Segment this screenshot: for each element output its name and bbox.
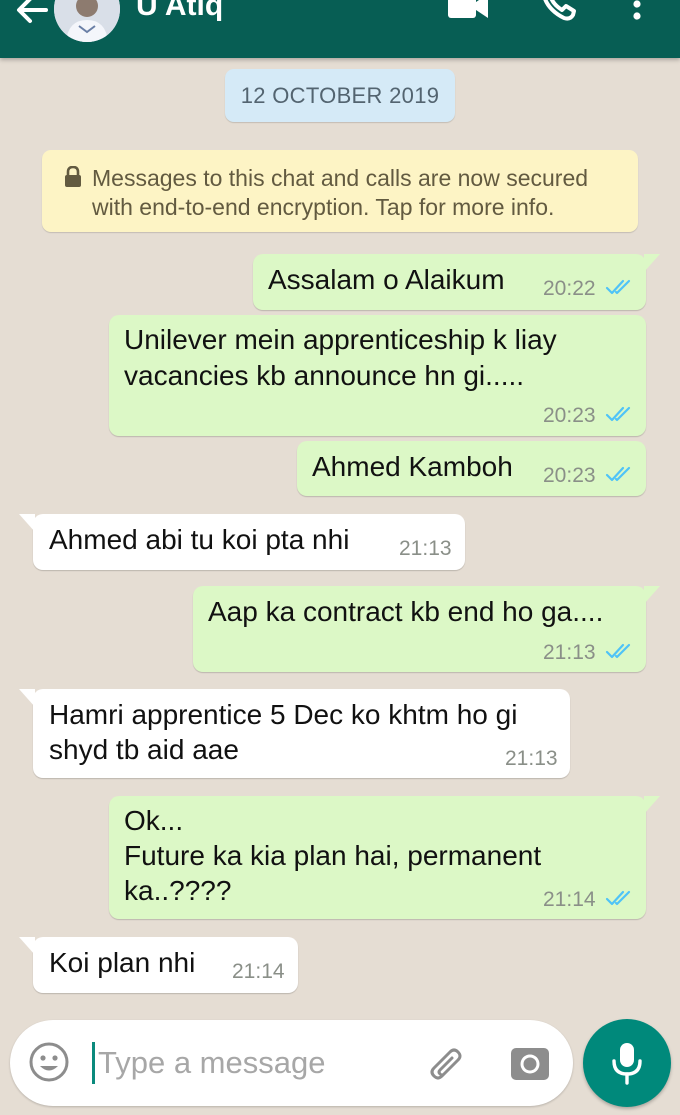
message-text: Koi plan nhi [49,947,196,978]
emoji-icon[interactable] [28,1041,70,1083]
message-time: 20:23 [543,464,596,487]
lock-icon [65,166,81,187]
contact-name[interactable]: U Atiq [136,0,223,24]
message-text: shyd tb aid aae [49,734,239,765]
more-vert-icon[interactable] [624,0,650,22]
chat-header: U Atiq [0,0,680,58]
camera-icon[interactable] [508,1042,552,1084]
message-text: Ahmed abi tu koi pta nhi [49,524,350,555]
message-time: 21:14 [543,888,596,911]
video-call-icon[interactable] [446,0,490,22]
voice-record-button[interactable] [583,1019,671,1107]
message-text: Ok... [124,805,184,836]
message-text: Ahmed Kamboh [312,451,513,482]
date-label: 12 OCTOBER 2019 [225,69,455,122]
phone-icon[interactable] [540,0,578,22]
message-time: 21:13 [399,537,452,560]
text-cursor [92,1042,95,1084]
message-time: 21:14 [232,960,285,983]
attach-icon[interactable] [424,1042,468,1086]
message-bubble-incoming[interactable]: Koi plan nhi 21:14 [19,937,298,993]
message-time: 20:22 [543,277,596,300]
encryption-notice[interactable]: Messages to this chat and calls are now … [42,150,638,232]
avatar-photo-icon [54,0,120,42]
message-text: Assalam o Alaikum [268,264,505,295]
message-bubble-outgoing[interactable]: Ahmed Kamboh 20:23 [297,441,646,496]
message-bubble-outgoing[interactable]: Aap ka contract kb end ho ga.... 21:13 [193,586,660,672]
message-bubble-outgoing[interactable]: Assalam o Alaikum 20:22 [253,254,660,310]
encryption-notice-line1: Messages to this chat and calls are now … [92,165,589,191]
double-tick-icon [605,643,631,659]
message-input[interactable] [98,1038,408,1088]
message-bubble-incoming[interactable]: Ahmed abi tu koi pta nhi 21:13 [19,514,465,570]
mic-icon [612,1043,642,1085]
message-text: ka..???? [124,875,232,906]
avatar[interactable] [54,0,120,42]
double-tick-icon [605,406,631,422]
message-time: 20:23 [543,404,596,427]
message-time: 21:13 [505,747,558,770]
message-text: Hamri apprentice 5 Dec ko khtm ho gi [49,699,518,730]
message-text: vacancies kb announce hn gi..... [124,360,525,391]
double-tick-icon [605,890,631,906]
message-text: Aap ka contract kb end ho ga.... [208,596,604,627]
double-tick-icon [605,279,631,295]
message-time: 21:13 [543,641,596,664]
message-text: Unilever mein apprenticeship k liay [124,324,557,355]
message-bubble-outgoing[interactable]: Ok... Future ka kia plan hai, permanent … [109,796,660,919]
message-bubble-outgoing[interactable]: Unilever mein apprenticeship k liay vaca… [109,315,646,436]
encryption-notice-line2: with end-to-end encryption. Tap for more… [92,194,555,220]
back-arrow-icon[interactable] [12,0,52,30]
message-bubble-incoming[interactable]: Hamri apprentice 5 Dec ko khtm ho gi shy… [19,689,570,778]
double-tick-icon [605,466,631,482]
message-text: Future ka kia plan hai, permanent [124,840,542,871]
